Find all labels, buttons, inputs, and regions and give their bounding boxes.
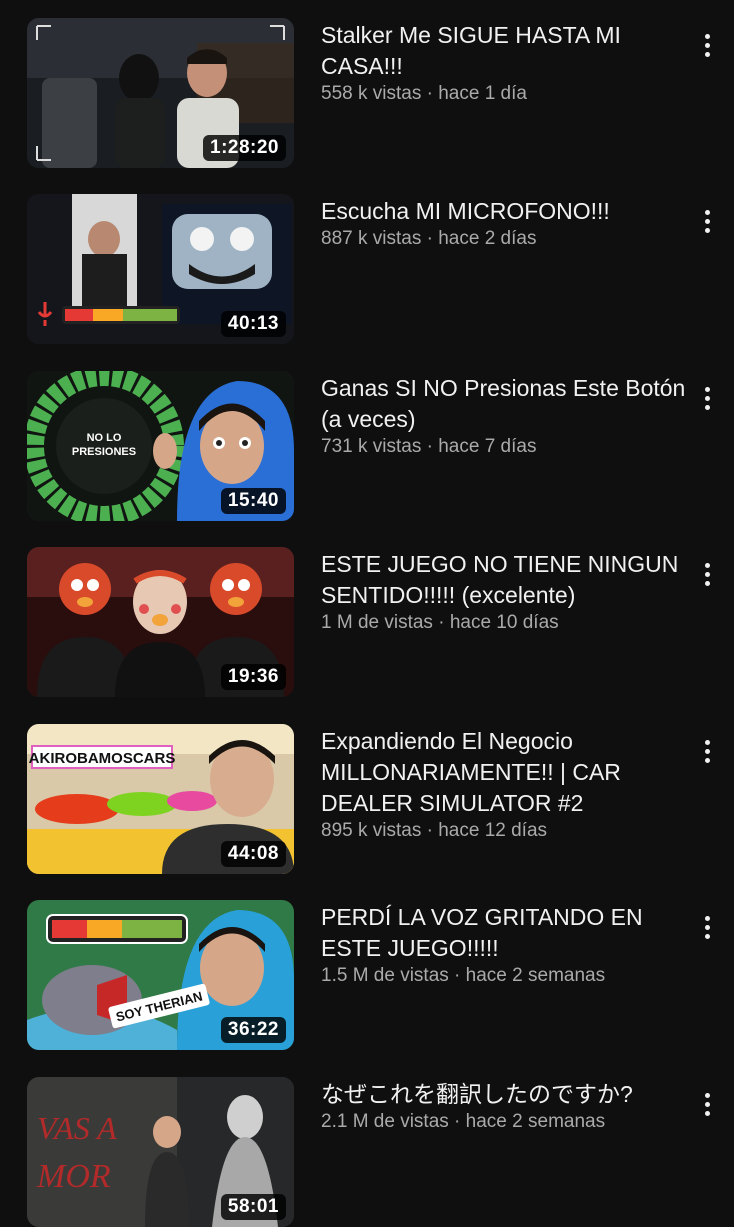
separator: ·	[448, 965, 466, 986]
more-vertical-icon[interactable]	[692, 734, 722, 768]
view-count: 1.5 M de vistas	[321, 965, 449, 986]
separator: ·	[421, 436, 439, 457]
video-stats: 1.5 M de vistas · hace 2 semanas	[321, 964, 686, 988]
video-meta: なぜこれを翻訳したのですか? 2.1 M de vistas · hace 2 …	[321, 1077, 686, 1134]
upload-age: hace 2 días	[438, 228, 537, 249]
video-thumbnail[interactable]: 40:13	[27, 194, 294, 344]
video-item[interactable]: VAS A MOR 58:01 なぜこれを翻訳したのですか? 2.1 M de …	[0, 1077, 734, 1227]
video-stats: 558 k vistas · hace 1 día	[321, 82, 686, 106]
separator: ·	[421, 820, 439, 841]
video-item[interactable]: 19:36 ESTE JUEGO NO TIENE NINGUN SENTIDO…	[0, 547, 734, 697]
view-count: 558 k vistas	[321, 83, 422, 104]
separator: ·	[421, 83, 439, 104]
video-meta: ESTE JUEGO NO TIENE NINGUN SENTIDO!!!!! …	[321, 547, 686, 635]
video-stats: 2.1 M de vistas · hace 2 semanas	[321, 1110, 686, 1134]
video-thumbnail[interactable]: 1:28:20	[27, 18, 294, 168]
more-vertical-icon[interactable]	[692, 910, 722, 944]
thumbnail-text: NO LO	[87, 432, 122, 444]
duration-badge: 40:13	[220, 311, 286, 337]
video-meta: Expandiendo El Negocio MILLONARIAMENTE!!…	[321, 724, 686, 843]
duration-badge: 36:22	[220, 1017, 286, 1043]
video-stats: 895 k vistas · hace 12 días	[321, 819, 686, 843]
video-title[interactable]: ESTE JUEGO NO TIENE NINGUN SENTIDO!!!!! …	[321, 549, 686, 611]
view-count: 731 k vistas	[321, 436, 422, 457]
more-vertical-icon[interactable]	[692, 381, 722, 415]
video-thumbnail[interactable]: VAS A MOR 58:01	[27, 1077, 294, 1227]
upload-age: hace 10 días	[449, 612, 559, 633]
upload-age: hace 2 semanas	[465, 965, 606, 986]
duration-badge: 58:01	[220, 1194, 286, 1220]
video-thumbnail[interactable]: NO LO PRESIONES 15:40	[27, 371, 294, 521]
view-count: 1 M de vistas	[321, 612, 433, 633]
duration-badge: 15:40	[220, 488, 286, 514]
video-thumbnail[interactable]: 19:36	[27, 547, 294, 697]
video-item[interactable]: AKIROBAMOSCARS 44:08 Expandiendo El Nego…	[0, 724, 734, 874]
view-count: 2.1 M de vistas	[321, 1111, 449, 1132]
upload-age: hace 2 semanas	[465, 1111, 606, 1132]
thumbnail-text: VAS A	[37, 1110, 117, 1146]
video-title[interactable]: Stalker Me SIGUE HASTA MI CASA!!!	[321, 20, 686, 82]
video-item[interactable]: NO LO PRESIONES 15:40 Ganas SI NO Presio…	[0, 371, 734, 521]
thumbnail-text: AKIROBAMOSCARS	[29, 750, 176, 767]
duration-badge: 44:08	[220, 841, 286, 867]
view-count: 895 k vistas	[321, 820, 422, 841]
video-item[interactable]: 40:13 Escucha MI MICROFONO!!! 887 k vist…	[0, 194, 734, 344]
upload-age: hace 7 días	[438, 436, 537, 457]
video-meta: Ganas SI NO Presionas Este Botón (a vece…	[321, 371, 686, 459]
separator: ·	[448, 1111, 466, 1132]
more-vertical-icon[interactable]	[692, 204, 722, 238]
separator: ·	[421, 228, 439, 249]
svg-text:MOR: MOR	[36, 1158, 111, 1195]
video-meta: Stalker Me SIGUE HASTA MI CASA!!! 558 k …	[321, 18, 686, 106]
video-meta: PERDÍ LA VOZ GRITANDO EN ESTE JUEGO!!!!!…	[321, 900, 686, 988]
video-item[interactable]: SOY THERIAN 36:22 PERDÍ LA VOZ GRITANDO …	[0, 900, 734, 1050]
video-stats: 731 k vistas · hace 7 días	[321, 435, 686, 459]
video-thumbnail[interactable]: SOY THERIAN 36:22	[27, 900, 294, 1050]
upload-age: hace 12 días	[438, 820, 548, 841]
more-vertical-icon[interactable]	[692, 1087, 722, 1121]
separator: ·	[432, 612, 450, 633]
upload-age: hace 1 día	[438, 83, 527, 104]
video-title[interactable]: PERDÍ LA VOZ GRITANDO EN ESTE JUEGO!!!!!	[321, 902, 686, 964]
duration-badge: 1:28:20	[203, 135, 286, 161]
duration-badge: 19:36	[220, 664, 286, 690]
video-title[interactable]: Expandiendo El Negocio MILLONARIAMENTE!!…	[321, 726, 686, 819]
video-thumbnail[interactable]: AKIROBAMOSCARS 44:08	[27, 724, 294, 874]
video-stats: 887 k vistas · hace 2 días	[321, 227, 686, 251]
video-stats: 1 M de vistas · hace 10 días	[321, 611, 686, 635]
video-title[interactable]: Escucha MI MICROFONO!!!	[321, 196, 686, 227]
video-title[interactable]: なぜこれを翻訳したのですか?	[321, 1079, 686, 1110]
video-title[interactable]: Ganas SI NO Presionas Este Botón (a vece…	[321, 373, 686, 435]
more-vertical-icon[interactable]	[692, 557, 722, 591]
view-count: 887 k vistas	[321, 228, 422, 249]
video-meta: Escucha MI MICROFONO!!! 887 k vistas · h…	[321, 194, 686, 251]
video-item[interactable]: 1:28:20 Stalker Me SIGUE HASTA MI CASA!!…	[0, 18, 734, 168]
more-vertical-icon[interactable]	[692, 28, 722, 62]
thumbnail-text: PRESIONES	[72, 446, 136, 458]
